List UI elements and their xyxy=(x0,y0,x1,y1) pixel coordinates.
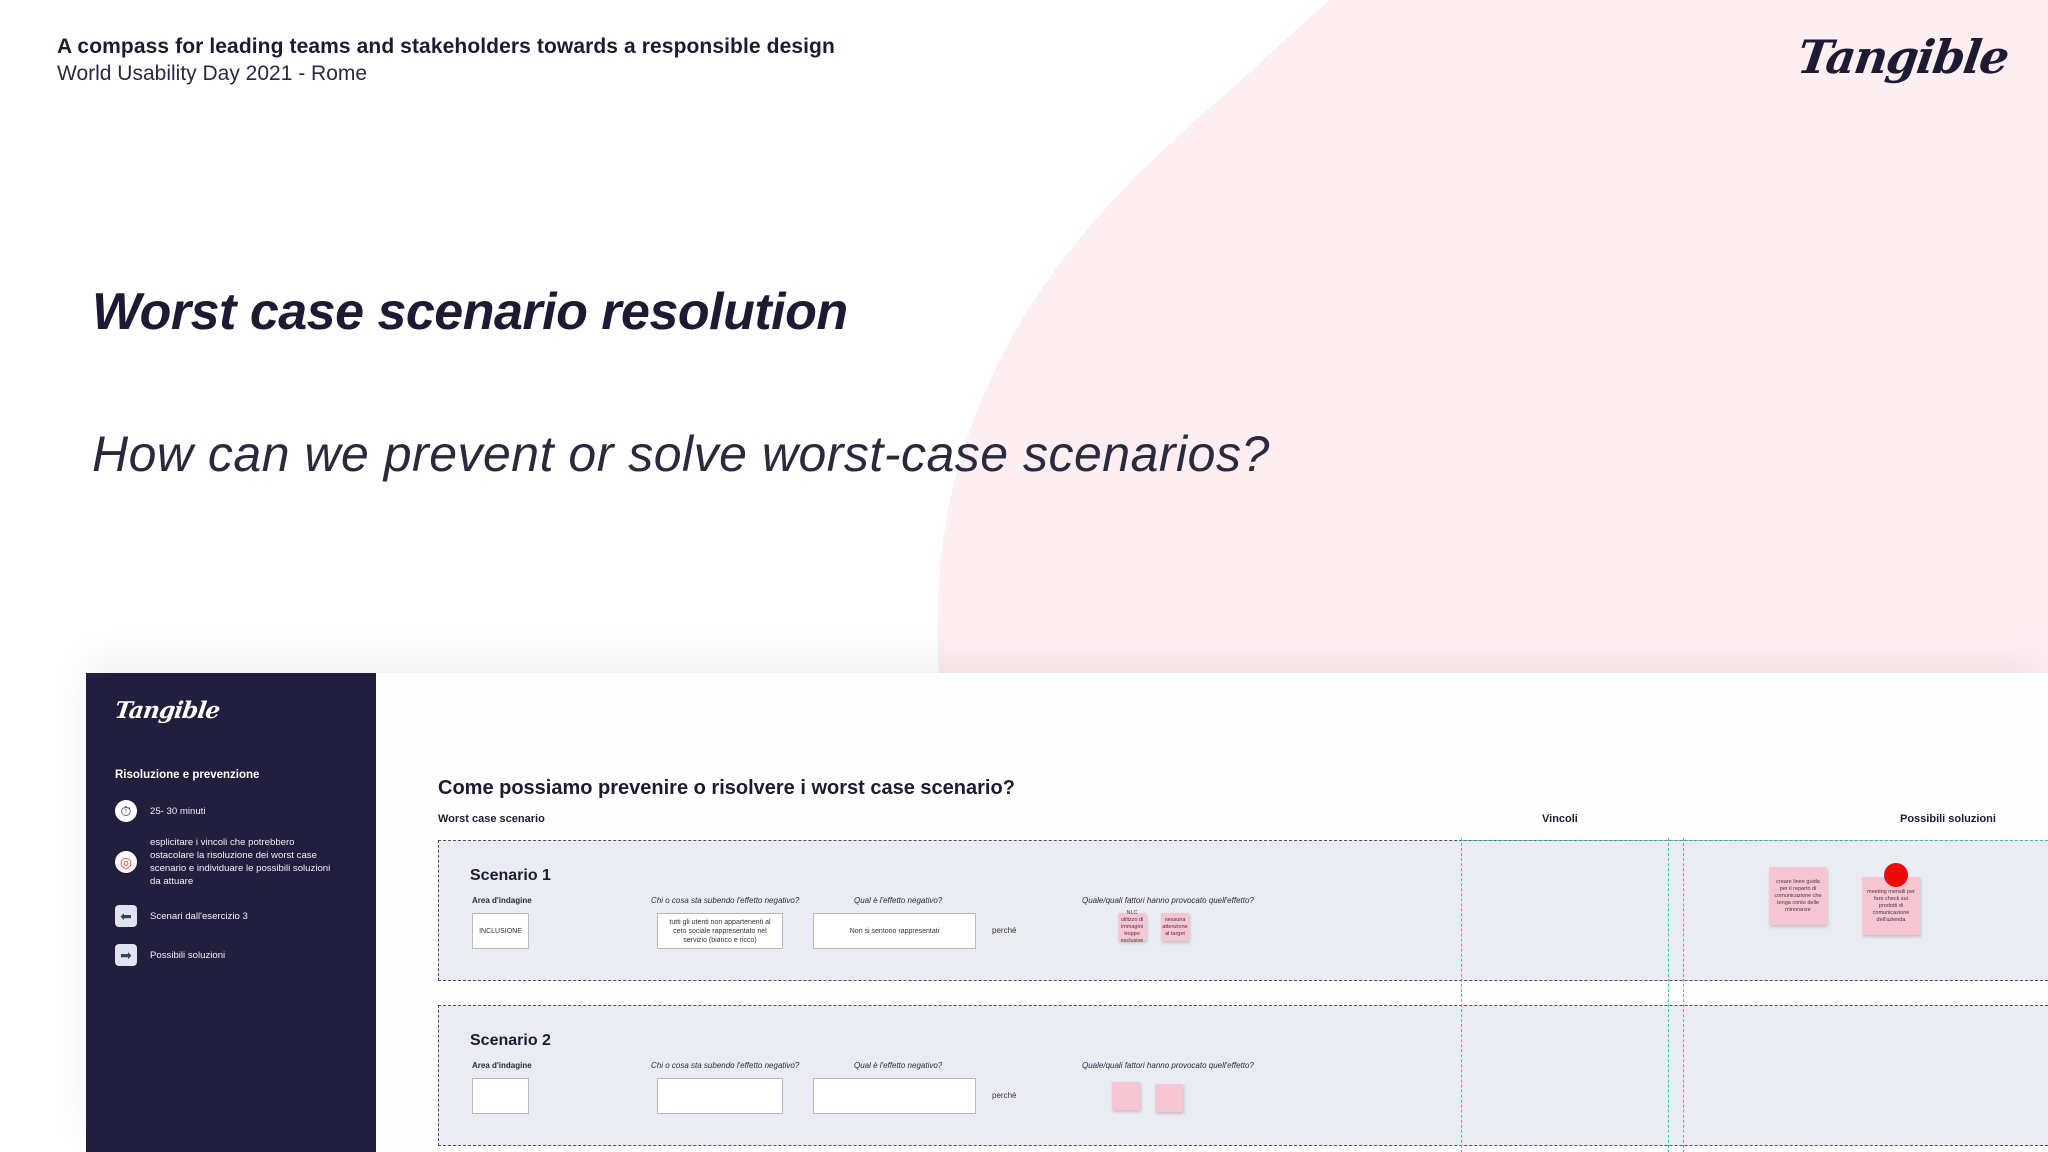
slide-question: How can we prevent or solve worst-case s… xyxy=(92,426,1270,482)
chi-field[interactable]: tutti gli utenti non appartenenti al cet… xyxy=(657,913,783,949)
field-label-quale: Qual è l'effetto negativo? xyxy=(854,1061,943,1070)
sticky-note[interactable]: nessuna attenzione al target xyxy=(1161,913,1189,941)
column-label-worst: Worst case scenario xyxy=(438,813,545,825)
slide-title: Worst case scenario resolution xyxy=(92,283,848,341)
deck-subtitle: World Usability Day 2021 - Rome xyxy=(57,62,368,85)
scenario-card: Scenario 2 Area d'indagine Chi o cosa st… xyxy=(438,1005,2048,1146)
board-screenshot: Tangible Risoluzione e prevenzione ⏱ 25-… xyxy=(86,673,2048,1152)
column-label-soluzioni: Possibili soluzioni xyxy=(1900,813,1996,825)
sidebar-item-goal: ◎ esplicitare i vincoli che potrebbero o… xyxy=(115,836,335,888)
tangible-logo: Tangible xyxy=(1794,30,2012,84)
field-label-chi: Chi o cosa sta subendo l'effetto negativ… xyxy=(651,1061,800,1070)
field-label-chi: Chi o cosa sta subendo l'effetto negativ… xyxy=(651,896,800,905)
sidebar-item-input: ⬅ Scenari dall'esercizio 3 xyxy=(115,905,335,927)
column-label-vincoli: Vincoli xyxy=(1542,813,1578,825)
field-label-area: Area d'indagine xyxy=(472,896,532,905)
field-label-quale: Qual è l'effetto negativo? xyxy=(854,896,943,905)
column-guide-line xyxy=(1461,838,1462,1152)
target-icon: ◎ xyxy=(115,851,137,873)
field-label-fattori: Quale/quali fattori hanno provocato quel… xyxy=(1082,896,1254,905)
stopwatch-icon: ⏱ xyxy=(115,800,137,822)
sidebar-item-output: ➡ Possibili soluzioni xyxy=(115,944,335,966)
sidebar-item-label: Possibili soluzioni xyxy=(150,949,226,961)
board-sidebar: Tangible Risoluzione e prevenzione ⏱ 25-… xyxy=(86,673,376,1152)
left-arrow-icon: ⬅ xyxy=(115,905,137,927)
scenario-card: Scenario 1 Area d'indagine Chi o cosa st… xyxy=(438,840,2048,981)
column-guide-line xyxy=(1683,838,1684,1152)
column-guide-line xyxy=(1461,840,2048,841)
perche-label: perché xyxy=(992,1091,1017,1100)
sidebar-item-label: Scenari dall'esercizio 3 xyxy=(150,910,248,922)
sticky-note[interactable]: NLC utilizzo di immagini troppo esclusiv… xyxy=(1118,910,1146,944)
sidebar-heading: Risoluzione e prevenzione xyxy=(115,769,260,781)
field-label-area: Area d'indagine xyxy=(472,1061,532,1070)
sticky-note[interactable]: creare linee guida per il reparto di com… xyxy=(1769,867,1827,925)
sticky-note[interactable] xyxy=(1155,1084,1183,1112)
deck-header: A compass for leading teams and stakehol… xyxy=(57,35,835,86)
right-arrow-icon: ➡ xyxy=(115,944,137,966)
chi-field[interactable] xyxy=(657,1078,783,1114)
sidebar-item-duration: ⏱ 25- 30 minuti xyxy=(115,800,335,822)
perche-label: perché xyxy=(992,926,1017,935)
sidebar-logo: Tangible xyxy=(113,697,222,724)
sidebar-item-label: esplicitare i vincoli che potrebbero ost… xyxy=(150,837,331,887)
quale-field[interactable] xyxy=(813,1078,976,1114)
deck-title: A compass for leading teams and stakehol… xyxy=(57,35,835,58)
sticky-note[interactable] xyxy=(1112,1082,1140,1110)
scenario-title: Scenario 2 xyxy=(470,1032,551,1049)
cursor-dot xyxy=(1884,863,1908,887)
field-label-fattori: Quale/quali fattori hanno provocato quel… xyxy=(1082,1061,1254,1070)
quale-field[interactable]: Non si sentono rappresentati xyxy=(813,913,976,949)
area-field[interactable]: INCLUSIONE xyxy=(472,913,529,949)
area-field[interactable] xyxy=(472,1078,529,1114)
board-canvas: Come possiamo prevenire o risolvere i wo… xyxy=(376,673,2048,1152)
scenario-title: Scenario 1 xyxy=(470,867,551,884)
column-guide-line xyxy=(1668,838,1669,1152)
canvas-title: Come possiamo prevenire o risolvere i wo… xyxy=(438,777,1015,799)
sidebar-item-label: 25- 30 minuti xyxy=(150,805,206,817)
